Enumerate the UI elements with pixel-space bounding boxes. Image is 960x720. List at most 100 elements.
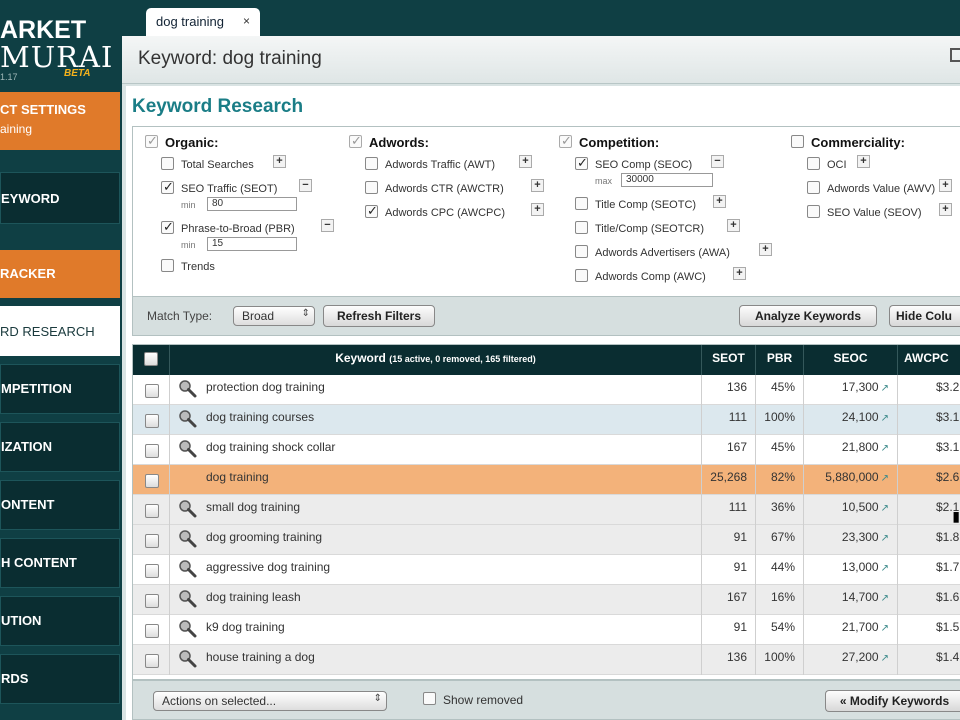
external-link-icon[interactable]: ↗ xyxy=(881,413,889,424)
external-link-icon[interactable]: ↗ xyxy=(881,653,889,664)
magnifier-icon[interactable] xyxy=(178,379,198,399)
column-keyword[interactable]: Keyword (15 active, 0 removed, 165 filte… xyxy=(169,345,701,375)
plus-icon[interactable]: + xyxy=(531,179,544,192)
plus-icon[interactable]: + xyxy=(939,203,952,216)
adwords-cpc-checkbox[interactable] xyxy=(365,203,378,219)
sidebar-item-tracker[interactable]: RACKER xyxy=(0,250,120,298)
external-link-icon[interactable]: ↗ xyxy=(881,533,889,544)
row-checkbox[interactable] xyxy=(145,504,159,518)
minus-icon[interactable]: − xyxy=(299,179,312,192)
close-icon[interactable]: × xyxy=(243,14,250,28)
external-link-icon[interactable]: ↗ xyxy=(881,383,889,394)
adwords-value-checkbox[interactable] xyxy=(807,181,820,194)
modify-keywords-button[interactable]: « Modify Keywords xyxy=(825,690,960,712)
magnifier-icon[interactable] xyxy=(178,589,198,609)
row-checkbox[interactable] xyxy=(145,594,159,608)
column-pbr[interactable]: PBR xyxy=(755,345,803,375)
magnifier-icon[interactable] xyxy=(178,619,198,639)
pbr-min-input[interactable]: 15 xyxy=(207,237,297,251)
plus-icon[interactable]: + xyxy=(727,219,740,232)
external-link-icon[interactable]: ↗ xyxy=(881,593,889,604)
row-checkbox[interactable] xyxy=(145,654,159,668)
adwords-comp-checkbox[interactable] xyxy=(575,269,588,282)
sidebar-item-promotion[interactable]: UTION xyxy=(0,596,120,646)
external-link-icon[interactable]: ↗ xyxy=(881,473,889,484)
plus-icon[interactable]: + xyxy=(273,155,286,168)
row-checkbox[interactable] xyxy=(145,384,159,398)
window-icon[interactable] xyxy=(950,48,960,62)
magnifier-icon[interactable] xyxy=(178,559,198,579)
plus-icon[interactable]: + xyxy=(519,155,532,168)
total-searches-checkbox[interactable] xyxy=(161,157,174,170)
table-row[interactable]: dog training leash 167 16% 14,700 ↗ $1.6 xyxy=(133,585,960,615)
select-all-checkbox[interactable] xyxy=(144,352,158,366)
column-seot[interactable]: SEOT xyxy=(701,345,755,375)
tab-dog-training[interactable]: dog training × xyxy=(146,8,260,36)
analyze-keywords-button[interactable]: Analyze Keywords xyxy=(739,305,877,327)
hide-columns-button[interactable]: Hide Colu xyxy=(889,305,960,327)
actions-select[interactable]: Actions on selected... ⇕ xyxy=(153,691,387,711)
external-link-icon[interactable]: ↗ xyxy=(881,623,889,634)
magnifier-icon[interactable] xyxy=(178,439,198,459)
refresh-filters-button[interactable]: Refresh Filters xyxy=(323,305,435,327)
plus-icon[interactable]: + xyxy=(857,155,870,168)
external-link-icon[interactable]: ↗ xyxy=(881,563,889,574)
seo-traffic-min-input[interactable]: 80 xyxy=(207,197,297,211)
title-comp-checkbox[interactable] xyxy=(575,197,588,210)
row-checkbox[interactable] xyxy=(145,444,159,458)
table-row[interactable]: aggressive dog training 91 44% 13,000 ↗ $1.7 xyxy=(133,555,960,585)
adwords-group-checkbox[interactable] xyxy=(349,133,362,149)
trends-checkbox[interactable] xyxy=(161,259,174,272)
seo-comp-checkbox[interactable] xyxy=(575,155,588,171)
table-row[interactable]: dog training 25,268 82% 5,880,000 ↗ $2.6 xyxy=(133,465,960,495)
sidebar-item-keyword[interactable]: EYWORD xyxy=(0,172,120,224)
column-awcpc[interactable]: AWCPC xyxy=(897,345,960,375)
seo-value-checkbox[interactable] xyxy=(807,205,820,218)
organic-group-checkbox[interactable] xyxy=(145,133,158,149)
plus-icon[interactable]: + xyxy=(713,195,726,208)
row-checkbox[interactable] xyxy=(145,534,159,548)
sidebar-item-keywords[interactable]: RDS xyxy=(0,654,120,704)
phrase-to-broad-checkbox[interactable] xyxy=(161,219,174,235)
adwords-ctr-checkbox[interactable] xyxy=(365,181,378,194)
table-row[interactable]: house training a dog 136 100% 27,200 ↗ $1.4 xyxy=(133,645,960,675)
table-row[interactable]: protection dog training 136 45% 17,300 ↗ $3.2 xyxy=(133,375,960,405)
adwords-traffic-checkbox[interactable] xyxy=(365,157,378,170)
sidebar-item-find-content[interactable]: ONTENT xyxy=(0,480,120,530)
magnifier-icon[interactable] xyxy=(178,409,198,429)
minus-icon[interactable]: − xyxy=(711,155,724,168)
external-link-icon[interactable]: ↗ xyxy=(881,503,889,514)
plus-icon[interactable]: + xyxy=(759,243,772,256)
external-link-icon[interactable]: ↗ xyxy=(881,443,889,454)
seo-comp-max-input[interactable]: 30000 xyxy=(621,173,713,187)
commerciality-group-checkbox[interactable] xyxy=(791,135,804,148)
column-seoc[interactable]: SEOC xyxy=(803,345,897,375)
competition-group-checkbox[interactable] xyxy=(559,133,572,149)
oci-checkbox[interactable] xyxy=(807,157,820,170)
adwords-advertisers-checkbox[interactable] xyxy=(575,245,588,258)
sidebar-item-publish-content[interactable]: H CONTENT xyxy=(0,538,120,588)
plus-icon[interactable]: + xyxy=(531,203,544,216)
row-checkbox[interactable] xyxy=(145,414,159,428)
table-row[interactable]: k9 dog training 91 54% 21,700 ↗ $1.5 xyxy=(133,615,960,645)
magnifier-icon[interactable] xyxy=(178,499,198,519)
magnifier-icon[interactable] xyxy=(178,649,198,669)
sidebar-item-competition[interactable]: MPETITION xyxy=(0,364,120,414)
row-checkbox[interactable] xyxy=(145,474,159,488)
sidebar-item-project-settings[interactable]: CT SETTINGS aining xyxy=(0,92,120,150)
seo-traffic-checkbox[interactable] xyxy=(161,179,174,195)
sidebar-item-keyword-research[interactable]: RD RESEARCH xyxy=(0,306,120,356)
sidebar-item-monetization[interactable]: IZATION xyxy=(0,422,120,472)
plus-icon[interactable]: + xyxy=(733,267,746,280)
plus-icon[interactable]: + xyxy=(939,179,952,192)
table-row[interactable]: dog training courses 111 100% 24,100 ↗ $3.1 xyxy=(133,405,960,435)
row-checkbox[interactable] xyxy=(145,564,159,578)
show-removed-checkbox[interactable] xyxy=(423,692,436,705)
row-checkbox[interactable] xyxy=(145,624,159,638)
title-comp-ratio-checkbox[interactable] xyxy=(575,221,588,234)
table-row[interactable]: dog grooming training 91 67% 23,300 ↗ $1.8 xyxy=(133,525,960,555)
table-row[interactable]: dog training shock collar 167 45% 21,800 ↗ $3… xyxy=(133,435,960,465)
minus-icon[interactable]: − xyxy=(321,219,334,232)
magnifier-icon[interactable] xyxy=(178,529,198,549)
match-type-select[interactable]: Broad ⇕ xyxy=(233,306,315,326)
